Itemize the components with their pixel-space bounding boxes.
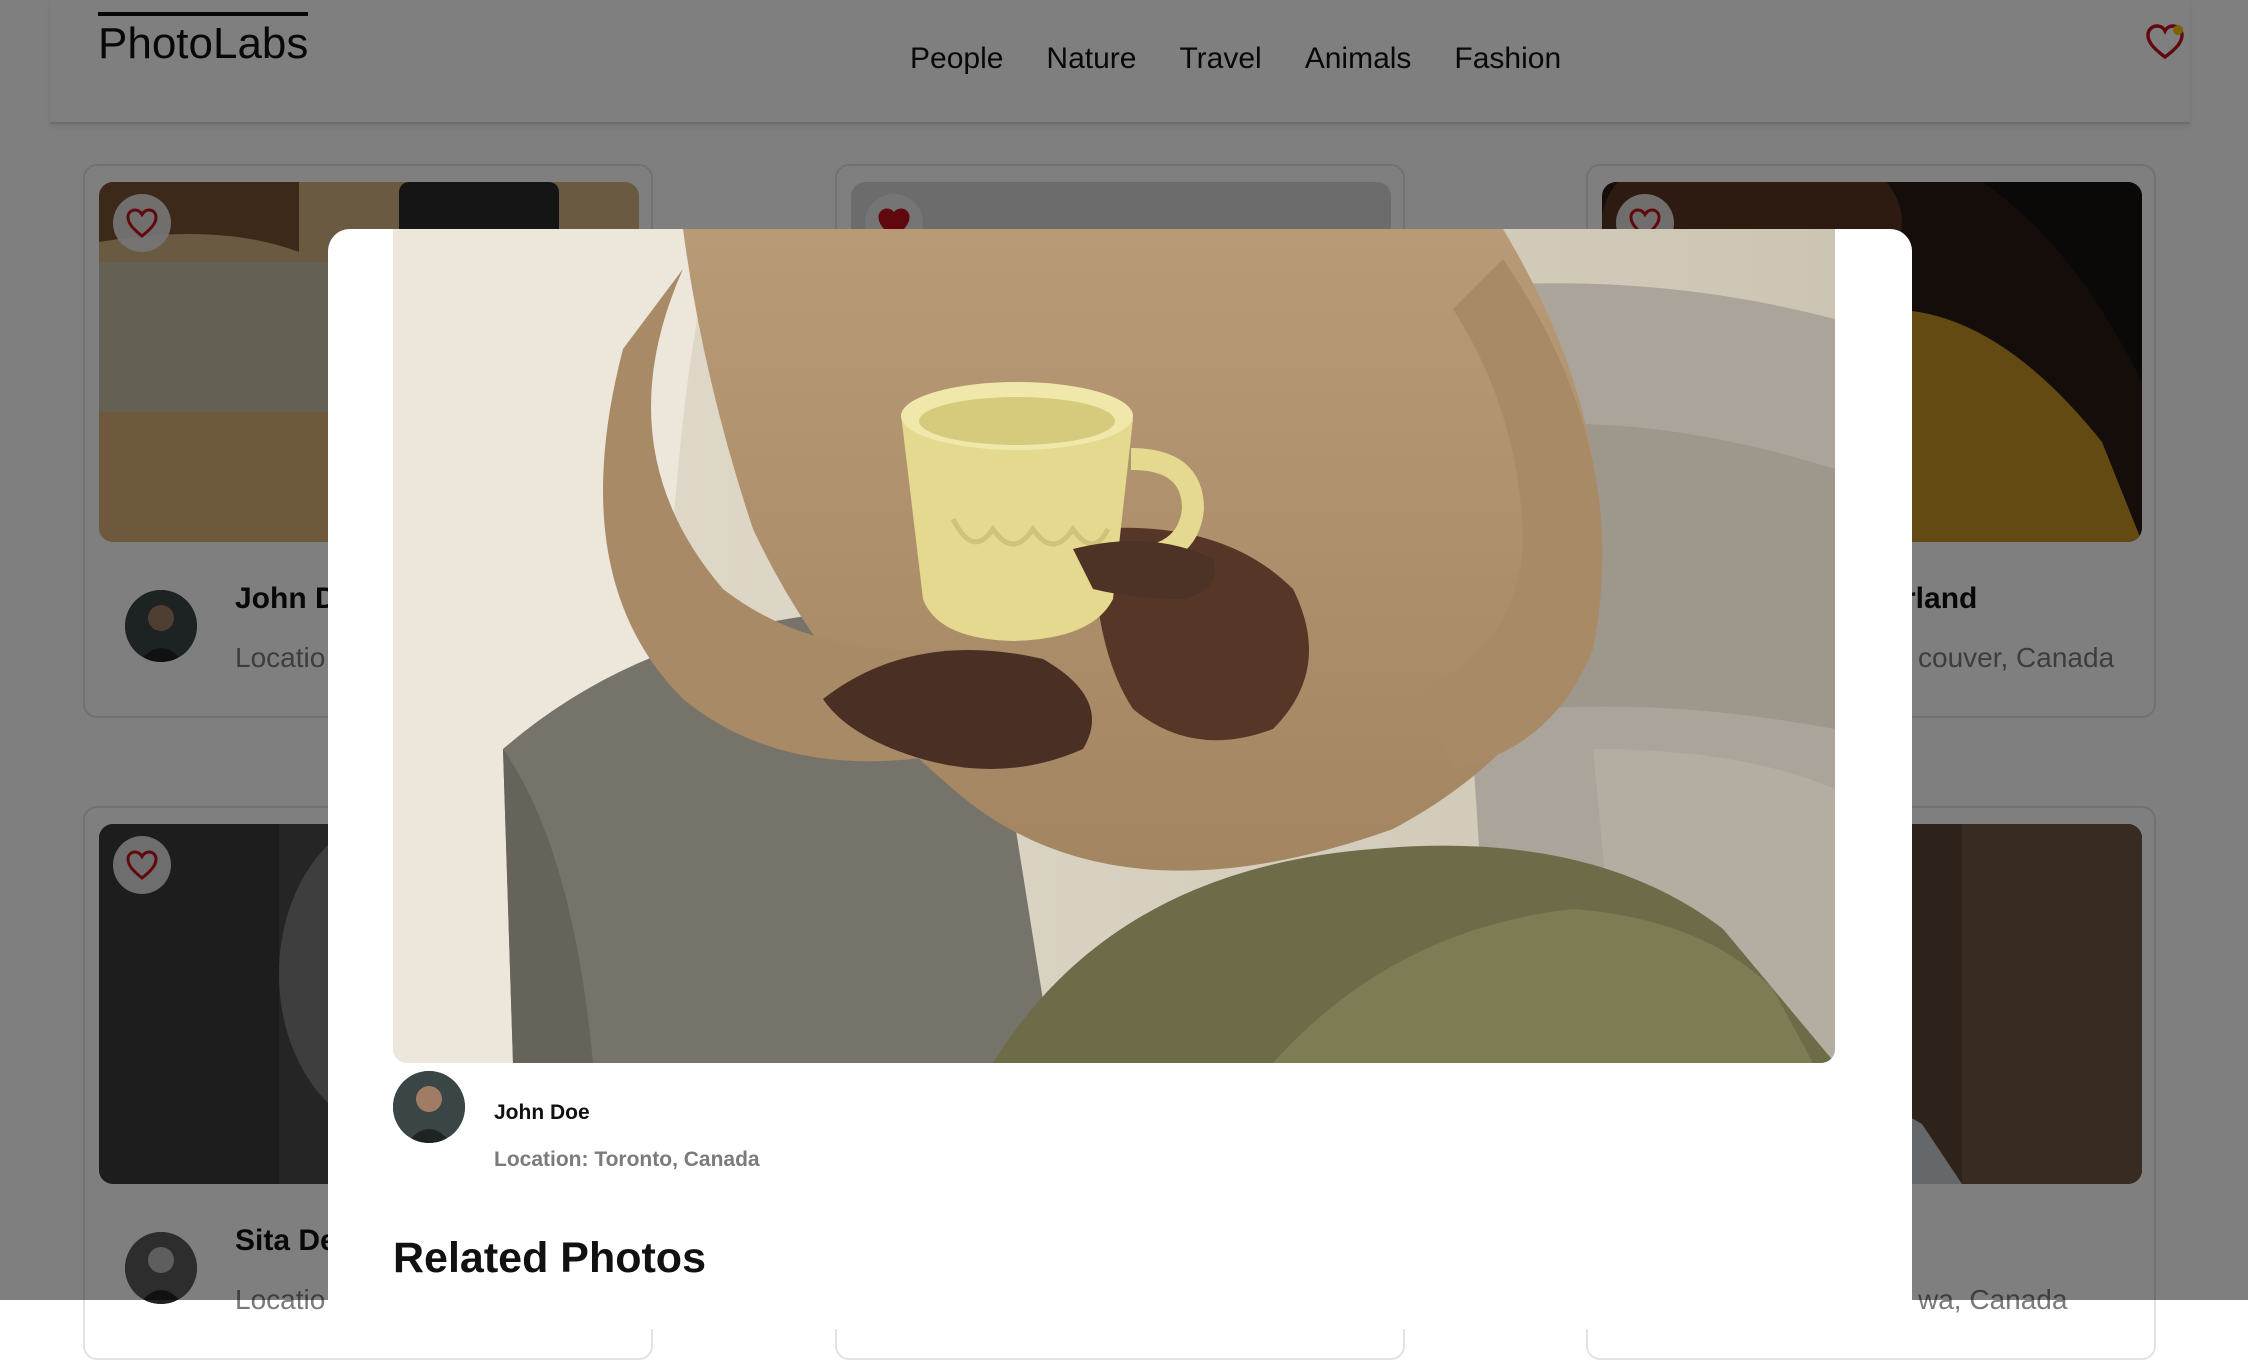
avatar [393,1071,465,1143]
related-photos-heading: Related Photos [393,1234,706,1282]
photo-image [393,229,1835,1063]
modal-photo [393,229,1835,1063]
modal-photographer-name: John Doe [494,1101,590,1124]
modal-photographer-location: Location: Toronto, Canada [494,1148,760,1171]
photo-details-modal: John Doe Location: Toronto, Canada Relat… [328,229,1912,1329]
